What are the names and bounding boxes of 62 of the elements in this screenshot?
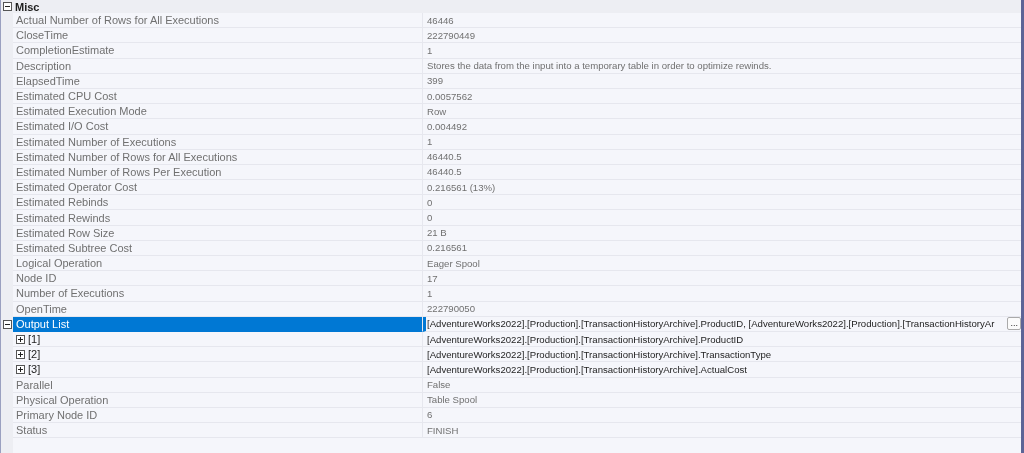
property-name[interactable]: Estimated Number of Rows for All Executions (13, 149, 423, 165)
property-name[interactable]: Estimated Rebinds (13, 195, 423, 211)
property-value: Row (427, 105, 447, 117)
property-name[interactable]: Actual Number of Rows for All Executions (13, 13, 423, 29)
property-value: [AdventureWorks2022].[Production].[TransactionHistoryArchive].ProductID (427, 333, 744, 345)
property-name[interactable]: Estimated Rewinds (13, 210, 423, 226)
property-name[interactable]: Estimated CPU Cost (13, 88, 423, 105)
property-value: 0.004492 (427, 120, 467, 132)
property-name[interactable]: OpenTime (13, 301, 423, 317)
property-value: 399 (427, 75, 443, 87)
property-value: 0.216561 (427, 242, 467, 254)
property-value: [AdventureWorks2022].[Production].[TransactionHistoryArchive].ActualCost (427, 363, 747, 375)
expand-icon[interactable] (16, 334, 25, 344)
property-value: [AdventureWorks2022].[Production].[TransactionHistoryArchive].TransactionType (427, 348, 772, 360)
property-name[interactable]: Estimated Number of Rows Per Execution (13, 164, 423, 181)
property-name[interactable]: Estimated Operator Cost (13, 180, 423, 196)
ellipsis-button[interactable]: ... (1007, 317, 1021, 331)
property-name[interactable]: [2] (13, 347, 423, 363)
property-name[interactable]: CloseTime (13, 28, 423, 44)
property-value: FINISH (427, 424, 459, 436)
property-value: 21 B (427, 227, 447, 239)
property-name[interactable]: Estimated Number of Executions (13, 134, 423, 150)
property-name[interactable]: Estimated I/O Cost (13, 119, 423, 135)
property-value: 46440.5 (427, 151, 462, 163)
expand-icon[interactable] (16, 364, 25, 374)
property-name[interactable]: [1] (13, 331, 423, 348)
property-value: [AdventureWorks2022].[Production].[TransactionHistoryArchive].ProductID, [AdventureWorks2022].[Production].[TransactionHistoryAr (427, 318, 995, 330)
property-name[interactable]: Logical Operation (13, 256, 423, 272)
property-name[interactable]: Number of Executions (13, 286, 423, 302)
collapse-icon[interactable] (2, 2, 12, 11)
property-name[interactable]: Estimated Execution Mode (13, 104, 423, 120)
property-name[interactable]: CompletionEstimate (13, 43, 423, 59)
property-value: 0.216561 (13%) (427, 181, 496, 193)
property-value: Eager Spool (427, 257, 480, 269)
property-value: 222790050 (427, 303, 476, 315)
property-name[interactable]: Estimated Row Size (13, 225, 423, 241)
property-name[interactable]: ElapsedTime (13, 73, 423, 89)
collapse-icon[interactable] (2, 319, 12, 329)
property-value: 0 (427, 196, 433, 208)
property-value: 46446 (427, 14, 454, 26)
property-value: False (427, 379, 451, 391)
property-name[interactable]: Node ID (13, 271, 423, 287)
property-value: 1 (427, 44, 433, 56)
property-value: 6 (427, 409, 433, 421)
property-name[interactable]: Primary Node ID (13, 407, 423, 424)
property-value: 1 (427, 136, 433, 148)
property-value: 46440.5 (427, 166, 462, 178)
property-name[interactable]: Parallel (13, 377, 423, 393)
property-value: Stores the data from the input into a temporary table in order to optimize rewinds. (427, 60, 772, 72)
property-value: 1 (427, 287, 433, 299)
property-name[interactable]: Estimated Subtree Cost (13, 240, 423, 256)
expand-icon[interactable] (16, 349, 25, 359)
property-value: 222790449 (427, 29, 476, 41)
property-name[interactable]: Description (13, 58, 423, 74)
property-name[interactable]: [3] (13, 362, 423, 378)
property-value: 17 (427, 272, 438, 284)
property-value: 0 (427, 212, 433, 224)
property-name[interactable]: Physical Operation (13, 392, 423, 408)
property-name[interactable]: Status (13, 423, 423, 439)
property-value: 0.0057562 (427, 90, 473, 102)
category-title: Misc (14, 0, 40, 13)
property-value: Table Spool (427, 394, 478, 406)
